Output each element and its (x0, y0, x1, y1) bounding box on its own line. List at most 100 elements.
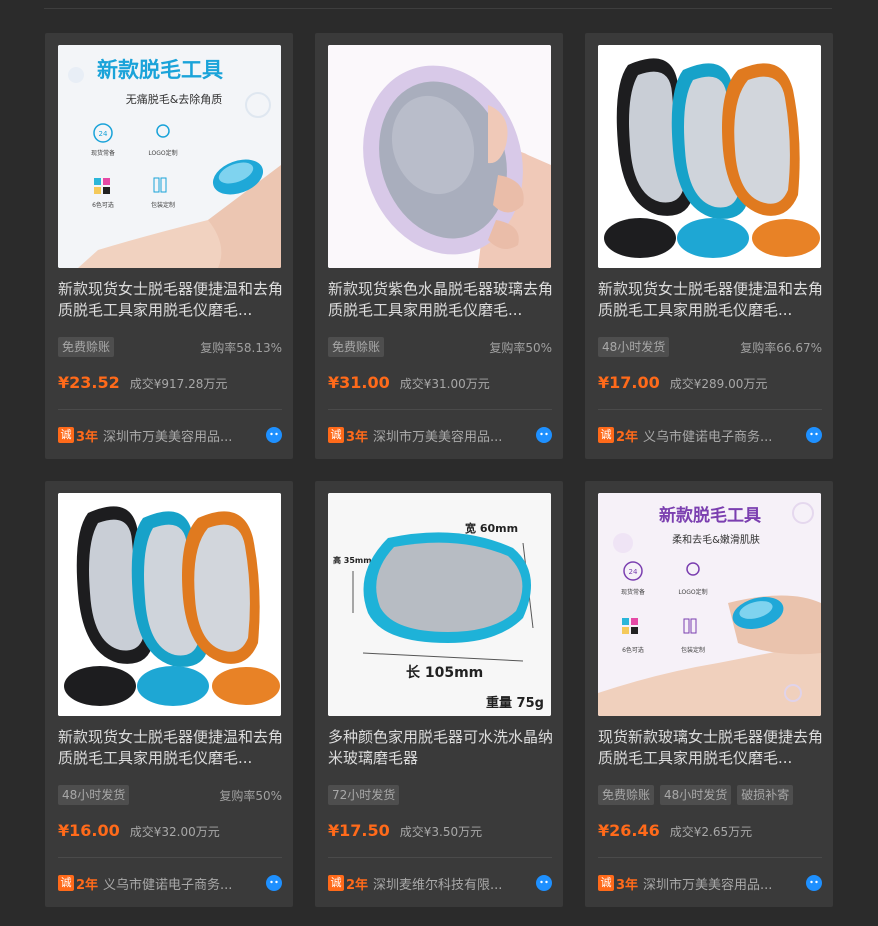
chengxin-badge-icon: 诚 (58, 875, 74, 891)
price-row: ¥17.00 成交¥289.00万元 (598, 373, 767, 395)
product-card[interactable]: 新款脱毛工具 无痛脱毛&去除角质 24 现货常备 LOGO定制 6色可选 包装定… (45, 33, 293, 459)
chat-bubble-icon[interactable] (266, 875, 282, 891)
card-divider (328, 409, 552, 410)
tag-row: 免费赊账 48小时发货 破损补寄 (598, 784, 822, 806)
image-subline: 柔和去毛&嫩滑肌肤 (672, 533, 760, 546)
chengxin-badge-icon: 诚 (328, 427, 344, 443)
repurchase-rate: 复购率58.13% (200, 340, 282, 355)
supplier-row[interactable]: 诚 3年 深圳市万美美容用品... (58, 425, 282, 445)
supplier-name[interactable]: 深圳麦维尔科技有限... (373, 874, 503, 893)
supplier-row[interactable]: 诚 3年 深圳市万美美容用品... (598, 873, 822, 893)
price: ¥16.00 (58, 821, 120, 840)
product-image[interactable]: 新款脱毛工具 柔和去毛&嫩滑肌肤 24 现货常备 LOGO定制 6色可选 包装定… (598, 493, 821, 716)
product-photo (58, 493, 281, 716)
price-row: ¥16.00 成交¥32.00万元 (58, 821, 220, 843)
deal-volume: 成交¥289.00万元 (669, 377, 768, 391)
product-title[interactable]: 新款现货女士脱毛器便捷温和去角质脱毛工具家用脱毛仪磨毛... (598, 279, 824, 321)
product-title[interactable]: 新款现货女士脱毛器便捷温和去角质脱毛工具家用脱毛仪磨毛... (58, 727, 284, 769)
tag-row: 48小时发货 复购率50% (58, 784, 282, 806)
chengxin-badge-icon: 诚 (598, 427, 614, 443)
chat-bubble-icon[interactable] (266, 427, 282, 443)
price: ¥26.46 (598, 821, 660, 840)
top-divider (44, 8, 832, 9)
price: ¥17.50 (328, 821, 390, 840)
product-title[interactable]: 新款现货紫色水晶脱毛器玻璃去角质脱毛工具家用脱毛仪磨毛... (328, 279, 554, 321)
supplier-years: 2年 (616, 429, 639, 445)
service-tag: 72小时发货 (328, 785, 400, 805)
image-length-label: 长 105mm (406, 664, 483, 681)
supplier-name[interactable]: 义乌市健诺电子商务... (103, 874, 233, 893)
product-photo: 新款脱毛工具 柔和去毛&嫩滑肌肤 24 现货常备 LOGO定制 6色可选 包装定… (598, 493, 821, 716)
chat-bubble-icon[interactable] (806, 427, 822, 443)
deal-volume: 成交¥31.00万元 (399, 377, 490, 391)
price: ¥17.00 (598, 373, 660, 392)
supplier-years: 3年 (616, 877, 639, 893)
service-tag: 免费赊账 (58, 337, 115, 357)
service-tag: 48小时发货 (598, 337, 670, 357)
chengxin-badge-icon: 诚 (598, 875, 614, 891)
supplier-name[interactable]: 深圳市万美美容用品... (373, 426, 503, 445)
product-title[interactable]: 现货新款玻璃女士脱毛器便捷去角质脱毛工具家用脱毛仪磨毛... (598, 727, 824, 769)
svg-text:24: 24 (99, 130, 108, 138)
tag-row: 免费赊账 复购率50% (328, 336, 552, 358)
supplier-name[interactable]: 义乌市健诺电子商务... (643, 426, 773, 445)
repurchase-rate: 复购率66.67% (740, 340, 822, 355)
deal-volume: 成交¥917.28万元 (129, 377, 228, 391)
svg-text:包装定制: 包装定制 (151, 201, 175, 209)
supplier-years: 2年 (346, 877, 369, 893)
image-height-label: 高 35mm (333, 555, 372, 565)
deal-volume: 成交¥32.00万元 (129, 825, 220, 839)
chat-bubble-icon[interactable] (536, 875, 552, 891)
price-row: ¥31.00 成交¥31.00万元 (328, 373, 490, 395)
chat-bubble-icon[interactable] (806, 875, 822, 891)
product-image[interactable]: 宽 60mm 高 35mm 长 105mm 重量 75g (328, 493, 551, 716)
image-headline: 新款脱毛工具 (97, 58, 223, 82)
product-image[interactable]: 新款脱毛工具 无痛脱毛&去除角质 24 现货常备 LOGO定制 6色可选 包装定… (58, 45, 281, 268)
product-title[interactable]: 多种颜色家用脱毛器可水洗水晶纳米玻璃磨毛器 (328, 727, 554, 769)
repurchase-rate: 复购率50% (489, 340, 552, 355)
supplier-row[interactable]: 诚 2年 深圳麦维尔科技有限... (328, 873, 552, 893)
supplier-years: 3年 (76, 429, 99, 445)
svg-text:6色可选: 6色可选 (92, 201, 114, 209)
supplier-name[interactable]: 深圳市万美美容用品... (103, 426, 233, 445)
product-card[interactable]: 新款现货女士脱毛器便捷温和去角质脱毛工具家用脱毛仪磨毛... 48小时发货 复购… (45, 481, 293, 907)
product-card[interactable]: 新款现货女士脱毛器便捷温和去角质脱毛工具家用脱毛仪磨毛... 48小时发货 复购… (585, 33, 833, 459)
price: ¥23.52 (58, 373, 120, 392)
supplier-row[interactable]: 诚 2年 义乌市健诺电子商务... (58, 873, 282, 893)
product-photo (598, 45, 821, 268)
product-card[interactable]: 新款脱毛工具 柔和去毛&嫩滑肌肤 24 现货常备 LOGO定制 6色可选 包装定… (585, 481, 833, 907)
service-tag: 免费赊账 (598, 785, 655, 805)
image-subline: 无痛脱毛&去除角质 (126, 92, 223, 106)
repurchase-rate: 复购率50% (219, 788, 282, 803)
product-title[interactable]: 新款现货女士脱毛器便捷温和去角质脱毛工具家用脱毛仪磨毛... (58, 279, 284, 321)
price: ¥31.00 (328, 373, 390, 392)
product-photo (328, 45, 551, 268)
card-divider (58, 409, 282, 410)
supplier-name[interactable]: 深圳市万美美容用品... (643, 874, 773, 893)
chat-bubble-icon[interactable] (536, 427, 552, 443)
svg-text:24: 24 (629, 568, 638, 576)
product-image[interactable] (58, 493, 281, 716)
svg-text:LOGO定制: LOGO定制 (678, 588, 707, 596)
svg-text:现货常备: 现货常备 (621, 588, 645, 596)
product-photo: 新款脱毛工具 无痛脱毛&去除角质 24 现货常备 LOGO定制 6色可选 包装定… (58, 45, 281, 268)
svg-text:现货常备: 现货常备 (91, 149, 115, 157)
product-image[interactable] (328, 45, 551, 268)
product-image[interactable] (598, 45, 821, 268)
card-divider (598, 857, 822, 858)
deal-volume: 成交¥3.50万元 (399, 825, 483, 839)
product-card[interactable]: 宽 60mm 高 35mm 长 105mm 重量 75g 多种颜色家用脱毛器可水… (315, 481, 563, 907)
supplier-years: 2年 (76, 877, 99, 893)
product-photo: 宽 60mm 高 35mm 长 105mm 重量 75g (328, 493, 551, 716)
price-row: ¥26.46 成交¥2.65万元 (598, 821, 752, 843)
supplier-row[interactable]: 诚 2年 义乌市健诺电子商务... (598, 425, 822, 445)
service-tag: 破损补寄 (737, 785, 794, 805)
service-tag: 48小时发货 (660, 785, 732, 805)
card-divider (58, 857, 282, 858)
service-tag: 48小时发货 (58, 785, 130, 805)
product-card[interactable]: 新款现货紫色水晶脱毛器玻璃去角质脱毛工具家用脱毛仪磨毛... 免费赊账 复购率5… (315, 33, 563, 459)
svg-text:LOGO定制: LOGO定制 (148, 149, 177, 157)
chengxin-badge-icon: 诚 (58, 427, 74, 443)
supplier-row[interactable]: 诚 3年 深圳市万美美容用品... (328, 425, 552, 445)
deal-volume: 成交¥2.65万元 (669, 825, 753, 839)
